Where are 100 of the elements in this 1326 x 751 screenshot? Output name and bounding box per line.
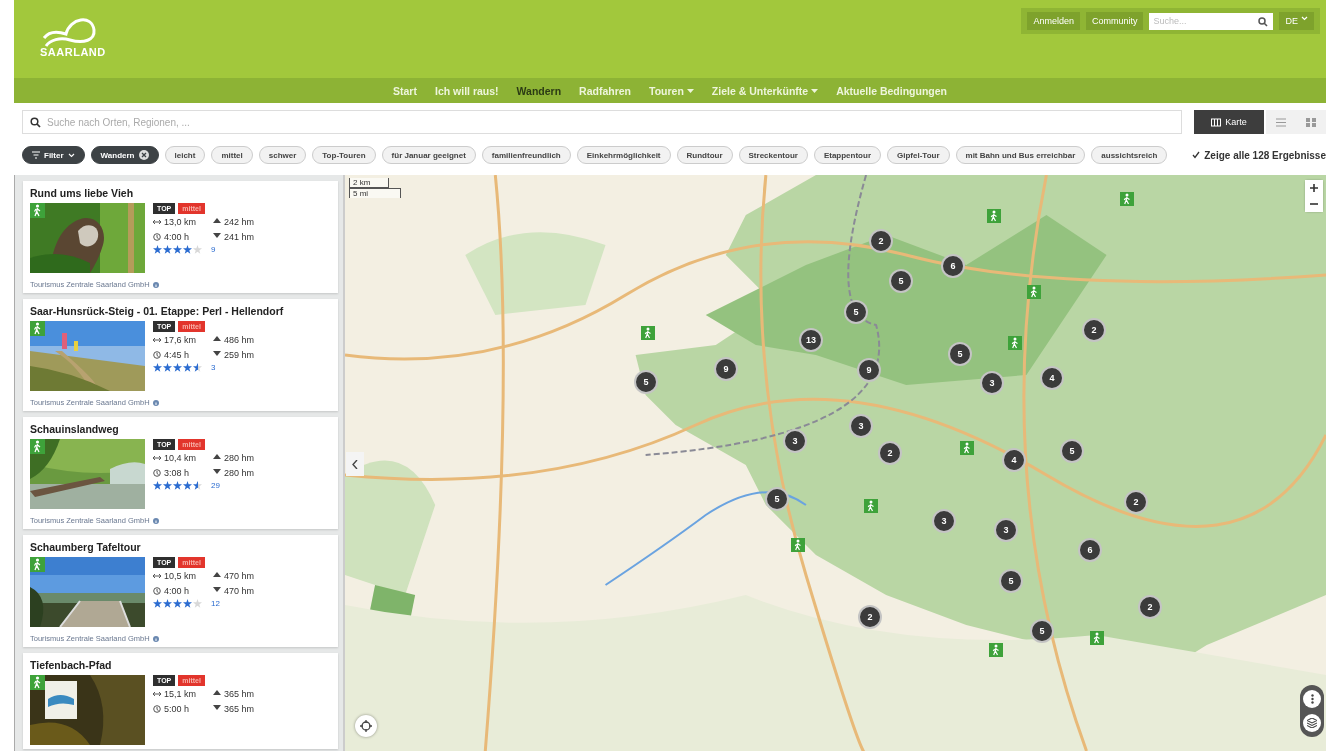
- search-field[interactable]: Suche...: [1149, 12, 1274, 30]
- filter-chip[interactable]: Top-Touren: [312, 146, 376, 164]
- star-icon: [173, 363, 182, 372]
- hiker-icon[interactable]: [791, 538, 805, 552]
- tour-distance: 10,5 km: [164, 571, 196, 581]
- tour-distance: 17,6 km: [164, 335, 196, 345]
- tour-duration: 3:08 h: [164, 468, 190, 478]
- distance-icon: [153, 219, 161, 225]
- nav-link[interactable]: Wandern: [516, 84, 562, 97]
- filter-chip[interactable]: Streckentour: [738, 146, 808, 164]
- star-icon: [193, 363, 202, 372]
- map-scale: 5 mi: [349, 188, 401, 198]
- search-field[interactable]: Suche nach Orten, Regionen, ...: [22, 110, 1182, 134]
- tour-duration: 5:00 h: [164, 704, 190, 714]
- tour-title[interactable]: Saar-Hunsrück-Steig - 01. Etappe: Perl - Hellendorf: [30, 305, 331, 317]
- hiker-icon[interactable]: [960, 441, 974, 455]
- distance-icon: [153, 573, 161, 579]
- star-icon: [153, 599, 162, 608]
- rating-count[interactable]: 9: [211, 245, 216, 254]
- hiker-icon[interactable]: [1120, 192, 1134, 206]
- zoom-in-button[interactable]: [1305, 180, 1323, 196]
- star-icon: [183, 245, 192, 254]
- tour-descent: 365 hm: [224, 704, 255, 714]
- ascent-icon: [213, 336, 221, 344]
- filter-button[interactable]: Filter: [22, 146, 85, 164]
- view-button[interactable]: [1296, 110, 1326, 134]
- chevron-left-icon: [352, 459, 358, 469]
- filter-chip[interactable]: Etappentour: [813, 146, 881, 164]
- remove-icon: [138, 150, 149, 160]
- hiker-icon[interactable]: [1008, 336, 1022, 350]
- grid-icon: [1306, 117, 1316, 127]
- rating-count[interactable]: 12: [211, 599, 220, 608]
- tour-title[interactable]: Rund ums liebe Vieh: [30, 187, 331, 199]
- filter-chip[interactable]: Wandern: [90, 146, 159, 164]
- caret-icon: [1301, 16, 1308, 21]
- tour-ascent: 470 hm: [224, 571, 255, 581]
- tour-distance: 15,1 km: [164, 689, 196, 699]
- star-icon: [173, 245, 182, 254]
- hiker-icon[interactable]: [864, 499, 878, 513]
- hiker-icon[interactable]: [641, 326, 655, 340]
- star-icon: [163, 363, 172, 372]
- hiker-icon[interactable]: [1027, 285, 1041, 299]
- zoom-out-button[interactable]: [1305, 196, 1323, 212]
- tour-title[interactable]: Schauinslandweg: [30, 423, 331, 435]
- ascent-icon: [213, 690, 221, 698]
- hiker-icon: [30, 557, 45, 572]
- tour-ascent: 365 hm: [224, 689, 255, 699]
- star-icon: [153, 363, 162, 372]
- filter-chip[interactable]: mit Bahn und Bus erreichbar: [955, 146, 1086, 164]
- filter-chip[interactable]: Einkehrmöglichkeit: [576, 146, 671, 164]
- tour-descent: 259 hm: [224, 350, 255, 360]
- star-icon: [193, 599, 202, 608]
- filter-chip[interactable]: Gipfel-Tour: [887, 146, 950, 164]
- map-icon: [1211, 117, 1222, 127]
- hiker-icon[interactable]: [1090, 631, 1104, 645]
- ascent-icon: [213, 572, 221, 580]
- tour-distance: 13,0 km: [164, 217, 196, 227]
- tour-ascent: 280 hm: [224, 453, 255, 463]
- layers-button[interactable]: [1303, 714, 1321, 732]
- info-icon: [152, 635, 159, 642]
- filter-chip[interactable]: familienfreundlich: [481, 146, 571, 164]
- filter-chip[interactable]: für Januar geeignet: [381, 146, 476, 164]
- filter-chip[interactable]: Rundtour: [676, 146, 733, 164]
- filter-chip[interactable]: aussichtsreich: [1091, 146, 1168, 164]
- star-icon: [193, 481, 202, 490]
- filter-chip[interactable]: mittel: [211, 146, 253, 164]
- tour-duration: 4:00 h: [164, 232, 190, 242]
- star-icon: [163, 481, 172, 490]
- hiker-icon: [30, 203, 45, 218]
- filter-chip[interactable]: schwer: [258, 146, 307, 164]
- ascent-icon: [213, 454, 221, 462]
- more-button[interactable]: [1303, 690, 1321, 708]
- tour-title[interactable]: Tiefenbach-Pfad: [30, 659, 331, 671]
- rating-count[interactable]: 3: [211, 363, 216, 372]
- logo-text: SAARLAND: [40, 46, 106, 58]
- info-icon: [152, 517, 159, 524]
- collapse-button[interactable]: [346, 452, 364, 476]
- hiker-icon[interactable]: [987, 209, 1001, 223]
- star-icon: [153, 481, 162, 490]
- tour-duration: 4:00 h: [164, 586, 190, 596]
- check-icon: [1192, 151, 1201, 159]
- view-button[interactable]: Karte: [1194, 110, 1264, 134]
- tour-distance: 10,4 km: [164, 453, 196, 463]
- star-icon: [163, 245, 172, 254]
- tour-descent: 280 hm: [224, 468, 255, 478]
- tour-title[interactable]: Schaumberg Tafeltour: [30, 541, 331, 553]
- distance-icon: [153, 691, 161, 697]
- hiker-icon[interactable]: [989, 643, 1003, 657]
- list-icon: [1276, 117, 1286, 127]
- tour-duration: 4:45 h: [164, 350, 190, 360]
- search-icon: [1258, 16, 1269, 27]
- filter-chip[interactable]: leicht: [164, 146, 206, 164]
- show-all-checkbox[interactable]: Zeige alle 128 Ergebnisse: [1192, 149, 1326, 161]
- hiker-icon: [30, 675, 45, 690]
- star-icon: [183, 599, 192, 608]
- layers-icon: [1307, 718, 1317, 728]
- clock-icon: [153, 469, 161, 477]
- rating-count[interactable]: 29: [211, 481, 220, 490]
- more-icon: [1310, 694, 1314, 704]
- map-scale: 2 km: [349, 178, 389, 188]
